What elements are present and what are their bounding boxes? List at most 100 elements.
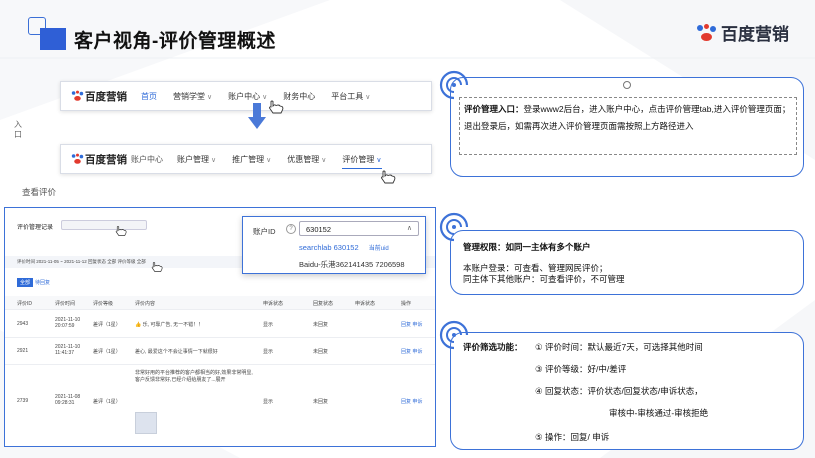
column-header: 申诉状态 <box>355 301 376 307</box>
callout-entry: 评价管理入口：登录www2后台，进入账户中心，点击评价管理tab,进入评价管理页… <box>450 77 804 177</box>
nav-item-account-manage[interactable]: 账户管理 ∨ <box>177 154 216 165</box>
nav-logo-text: 百度营销 <box>85 90 127 103</box>
account-filter-chip[interactable] <box>61 220 147 230</box>
chevron-down-icon: ∨ <box>262 93 268 101</box>
chevron-up-icon: ∧ <box>406 225 412 232</box>
brand-name: 百度营销 <box>721 25 789 44</box>
nav-logo[interactable]: 百度营销 <box>69 150 127 168</box>
brand-logo: 百度营销 <box>697 20 789 45</box>
eval-id: 2943 <box>17 321 29 327</box>
swirl-decoration-icon <box>439 70 469 100</box>
account-id-label: 账户ID <box>253 227 276 236</box>
eval-level: 差评（1星） <box>93 349 121 355</box>
hand-cursor-icon <box>115 226 127 236</box>
hand-cursor-icon <box>269 100 284 114</box>
slide-title: 客户视角-评价管理概述 <box>74 31 276 52</box>
account-nav-bar: 百度营销 账户中心 账户管理 ∨ 推广管理 ∨ 优惠管理 ∨ 评价管理 ∨ <box>60 144 432 174</box>
reply-status: 未回复 <box>313 349 329 355</box>
entry-text: 评价管理入口：登录www2后台，进入账户中心，点击评价管理tab,进入评价管理页… <box>460 98 796 138</box>
filter-item-reply: ④ 回复状态：评价状态/回复状态/申诉状态， <box>535 386 703 396</box>
tab-pending[interactable]: 待回复 <box>35 279 50 286</box>
filter-item-operation: ⑤ 操作：回复/ 申诉 <box>535 432 610 442</box>
column-header: 申诉状态 <box>263 301 284 307</box>
entry-text-box: 评价管理入口：登录www2后台，进入账户中心，点击评价管理tab,进入评价管理页… <box>459 97 797 155</box>
chevron-down-icon: ∨ <box>211 156 217 164</box>
eval-level: 差评（1星） <box>93 322 121 328</box>
eval-id: 2921 <box>17 348 29 354</box>
top-nav-bar: 百度营销 首页 营销学堂 ∨ 账户中心 ∨ 财务中心 平台工具 ∨ <box>60 81 432 111</box>
eval-content: 差心, 最爱这个不会让事情一下就很好 <box>135 349 218 355</box>
nav-item-label: 账户中心 <box>228 91 261 101</box>
nav-item-label: 评价管理 <box>342 154 375 164</box>
help-icon[interactable]: ? <box>286 224 296 234</box>
nav-item-account-center[interactable]: 账户中心 ∨ <box>228 91 267 102</box>
filter-heading: 评价筛选功能： <box>463 342 523 352</box>
nav-item-home[interactable]: 首页 <box>141 91 157 102</box>
hand-cursor-icon <box>381 170 396 184</box>
chevron-down-icon: ∨ <box>365 93 371 101</box>
filter-bar[interactable]: 评价时间 2021-11-05 ~ 2021-11-12 回复状态 全部 评价等… <box>17 259 146 265</box>
swirl-decoration-icon <box>439 212 469 242</box>
table-header-row: 评价ID 评价时间 评价等级 评价内容 申诉状态 回复状态 申诉状态 操作 <box>5 296 435 310</box>
nav-item-promo-manage[interactable]: 推广管理 ∨ <box>232 154 271 165</box>
column-header: 评价内容 <box>135 301 156 307</box>
nav-logo-text: 百度营销 <box>85 153 127 166</box>
nav-item-finance[interactable]: 财务中心 <box>283 91 315 102</box>
arrow-down-icon <box>248 103 266 129</box>
table-row: 2739 2021-11-08 09:28:31 差评（1星） 非常好用的平台推… <box>5 366 435 444</box>
eval-level: 差评（1星） <box>93 399 121 405</box>
account-option[interactable]: Baidu-乐港362141435 7206598 <box>299 259 405 270</box>
chevron-down-icon: ∨ <box>266 156 272 164</box>
nav-item-label: 优惠管理 <box>287 154 320 164</box>
nav-item-eval-manage[interactable]: 评价管理 ∨ <box>342 154 382 169</box>
nav-item-academy[interactable]: 营销学堂 ∨ <box>173 91 212 102</box>
tab-all[interactable]: 全部 <box>17 278 34 287</box>
row-actions[interactable]: 回复 申诉 <box>401 321 422 328</box>
rotate-handle-icon[interactable] <box>623 81 631 89</box>
table-row: 2921 2021-11-10 11:41:37 差评（1星） 差心, 最爱这个… <box>5 339 435 365</box>
table-title: 评价管理记录 <box>17 225 54 231</box>
eval-time: 2021-11-10 20:07:59 <box>55 317 81 329</box>
eval-id: 2739 <box>17 398 29 404</box>
account-option[interactable]: searchlab 630152 当前uid <box>299 243 389 252</box>
entry-heading: 评价管理入口： <box>464 104 524 114</box>
view-eval-label: 查看评价 <box>22 187 57 197</box>
nav-item-label: 平台工具 <box>331 91 364 101</box>
filter-item-review: 审核中-审核通过-审核拒绝 <box>609 408 709 418</box>
nav-logo[interactable]: 百度营销 <box>69 87 127 105</box>
eval-time: 2021-11-08 09:28:31 <box>55 394 81 406</box>
title-decoration-block <box>40 28 66 50</box>
baidu-paw-icon <box>71 153 84 165</box>
chevron-down-icon: ∨ <box>321 156 327 164</box>
display-status: 显示 <box>263 349 274 355</box>
row-actions[interactable]: 回复 申诉 <box>401 348 422 355</box>
swirl-decoration-icon <box>439 320 469 350</box>
account-id-select[interactable]: 630152 ∧ <box>299 221 419 236</box>
column-header: 评价时间 <box>55 301 76 307</box>
account-option-name: searchlab 630152 <box>299 243 359 252</box>
account-center-label: 账户中心 <box>131 154 163 164</box>
filter-item-time: ① 评价时间：默认最近7天，可选择其他时间 <box>535 342 703 352</box>
entry-side-label: 入口 <box>14 120 22 139</box>
row-actions[interactable]: 回复 申诉 <box>401 398 422 405</box>
reply-status: 未回复 <box>313 399 329 405</box>
eval-image-thumbnail[interactable] <box>135 412 157 434</box>
hand-cursor-icon <box>151 262 163 272</box>
account-id-dropdown[interactable]: 账户ID ? 630152 ∧ searchlab 630152 当前uid B… <box>242 216 426 274</box>
current-uid-tag: 当前uid <box>368 246 389 252</box>
column-header: 回复状态 <box>313 301 334 307</box>
nav-item-label: 账户管理 <box>177 154 209 164</box>
permission-line-1: 本账户登录：可查看、管理网民评价； <box>463 263 608 273</box>
permission-heading: 管理权限：如同一主体有多个账户 <box>463 242 591 252</box>
table-row: 2943 2021-11-10 20:07:59 差评（1星） 👍 乐, 可靠广… <box>5 312 435 338</box>
nav-item-label: 推广管理 <box>232 154 265 164</box>
reply-status: 未回复 <box>313 322 329 328</box>
nav-item-discount-manage[interactable]: 优惠管理 ∨ <box>287 154 326 165</box>
eval-content: 👍 乐, 可靠广告, 无一不错！！ <box>135 322 204 328</box>
column-header: 评价等级 <box>93 301 114 307</box>
nav-item-tools[interactable]: 平台工具 ∨ <box>331 91 370 102</box>
callout-permission: 管理权限：如同一主体有多个账户 本账户登录：可查看、管理网民评价； 同主体下其他… <box>450 230 804 295</box>
column-header: 操作 <box>401 301 412 307</box>
permission-line-2: 同主体下其他账户：可查看评价，不可管理 <box>463 274 625 284</box>
chevron-down-icon: ∨ <box>207 93 213 101</box>
